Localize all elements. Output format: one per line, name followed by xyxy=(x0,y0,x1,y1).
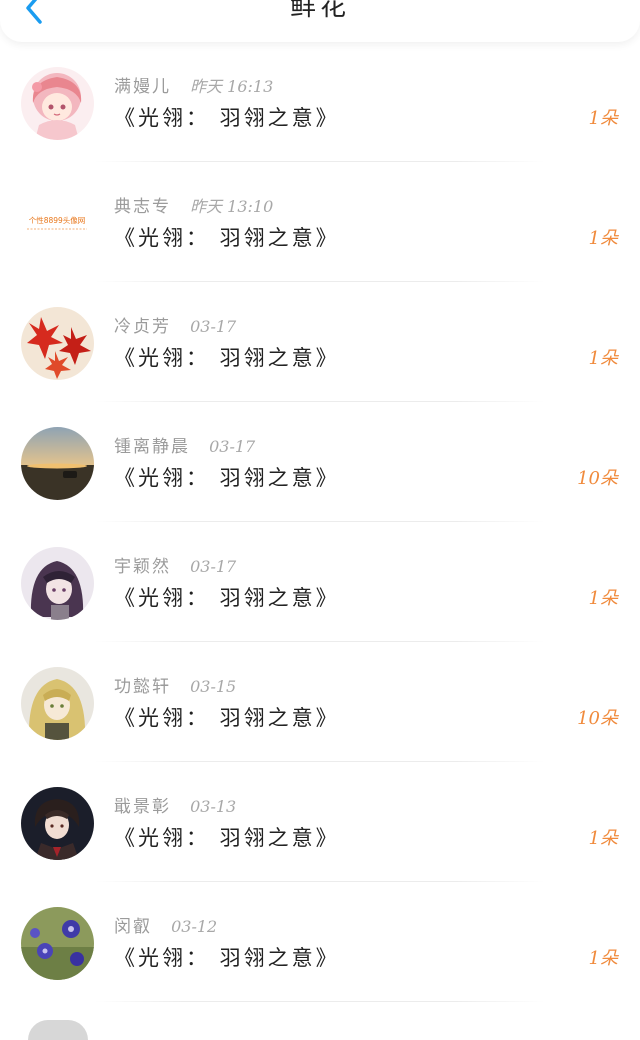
avatar-logo-text: 个性8899头像网 xyxy=(29,215,86,225)
avatar[interactable] xyxy=(21,667,94,740)
blue-flowers-avatar xyxy=(21,907,94,980)
flower-count: 1朵 xyxy=(588,348,618,369)
sent-time: 03-15 xyxy=(190,677,237,696)
text-logo-avatar: 个性8899头像网 xyxy=(21,187,94,260)
list-item[interactable]: 闵叡 03-12 《光翎： 羽翎之意》 1朵 xyxy=(0,882,640,1002)
avatar[interactable] xyxy=(21,427,94,500)
sent-time: 03-17 xyxy=(209,437,256,456)
sender-name: 戢景彰 xyxy=(114,797,171,817)
item-content: 《光翎： 羽翎之意》 xyxy=(114,826,340,850)
sent-time: 03-13 xyxy=(190,797,237,816)
sent-time: 昨天 16:13 xyxy=(190,77,274,96)
sent-time: 03-17 xyxy=(190,557,237,576)
sender-name: 锺离静晨 xyxy=(114,437,190,457)
list-item[interactable]: 功懿轩 03-15 《光翎： 羽翎之意》 10朵 xyxy=(0,642,640,762)
list-item[interactable]: 冷贞芳 03-17 《光翎： 羽翎之意》 1朵 xyxy=(0,282,640,402)
list-item[interactable]: 满嫚儿 昨天 16:13 《光翎： 羽翎之意》 1朵 xyxy=(0,42,640,162)
item-meta: 冷贞芳 03-17 xyxy=(114,312,236,337)
anime-dark-suit-avatar xyxy=(21,787,94,860)
list-item[interactable]: 锺离静晨 03-17 《光翎： 羽翎之意》 10朵 xyxy=(0,402,640,522)
anime-girl-pink-avatar xyxy=(21,67,94,140)
anime-blonde-avatar xyxy=(21,667,94,740)
list-item[interactable]: 戢景彰 03-13 《光翎： 羽翎之意》 1朵 xyxy=(0,762,640,882)
item-content: 《光翎： 羽翎之意》 xyxy=(114,946,340,970)
avatar[interactable] xyxy=(21,547,94,620)
sender-name: 宇颖然 xyxy=(114,557,171,577)
item-content: 《光翎： 羽翎之意》 xyxy=(114,346,340,370)
flower-count: 1朵 xyxy=(588,108,618,129)
sender-name: 冷贞芳 xyxy=(114,317,171,337)
sent-time: 03-12 xyxy=(171,917,218,936)
item-meta: 功懿轩 03-15 xyxy=(114,672,236,697)
sender-name: 满嫚儿 xyxy=(114,77,171,97)
item-meta: 典志专 昨天 13:10 xyxy=(114,192,273,217)
item-meta: 宇颖然 03-17 xyxy=(114,552,236,577)
item-meta: 闵叡 03-12 xyxy=(114,912,217,937)
item-meta: 锺离静晨 03-17 xyxy=(114,432,255,457)
anime-purple-hair-avatar xyxy=(21,547,94,620)
item-meta: 戢景彰 03-13 xyxy=(114,792,236,817)
flower-count: 10朵 xyxy=(577,468,618,489)
sender-name: 闵叡 xyxy=(114,917,152,937)
sunset-landscape-avatar xyxy=(21,427,94,500)
red-maple-avatar xyxy=(21,307,94,380)
flower-count: 1朵 xyxy=(588,228,618,249)
avatar[interactable]: 个性8899头像网 xyxy=(21,187,94,260)
item-content: 《光翎： 羽翎之意》 xyxy=(114,706,340,730)
flower-count: 1朵 xyxy=(588,828,618,849)
list-item[interactable]: 宇颖然 03-17 《光翎： 羽翎之意》 1朵 xyxy=(0,522,640,642)
flower-count: 1朵 xyxy=(588,948,618,969)
list-item[interactable]: 个性8899头像网 典志专 昨天 13:10 《光翎： 羽翎之意》 1朵 xyxy=(0,162,640,282)
flower-list: 满嫚儿 昨天 16:13 《光翎： 羽翎之意》 1朵 个性8899头像网 典志专… xyxy=(0,42,640,1002)
partial-next-avatar xyxy=(28,1020,88,1040)
avatar[interactable] xyxy=(21,307,94,380)
page-title: 鲜花 xyxy=(289,0,350,22)
sender-name: 功懿轩 xyxy=(114,677,171,697)
item-content: 《光翎： 羽翎之意》 xyxy=(114,586,340,610)
header-bar: 鲜花 xyxy=(0,0,640,42)
divider xyxy=(95,1001,545,1002)
sender-name: 典志专 xyxy=(114,197,171,217)
avatar[interactable] xyxy=(21,67,94,140)
avatar[interactable] xyxy=(21,787,94,860)
sent-time: 03-17 xyxy=(190,317,237,336)
item-meta: 满嫚儿 昨天 16:13 xyxy=(114,72,273,97)
flower-count: 1朵 xyxy=(588,588,618,609)
item-content: 《光翎： 羽翎之意》 xyxy=(114,466,340,490)
item-content: 《光翎： 羽翎之意》 xyxy=(114,226,340,250)
avatar[interactable] xyxy=(21,907,94,980)
flower-count: 10朵 xyxy=(577,708,618,729)
sent-time: 昨天 13:10 xyxy=(190,197,274,216)
item-content: 《光翎： 羽翎之意》 xyxy=(114,106,340,130)
